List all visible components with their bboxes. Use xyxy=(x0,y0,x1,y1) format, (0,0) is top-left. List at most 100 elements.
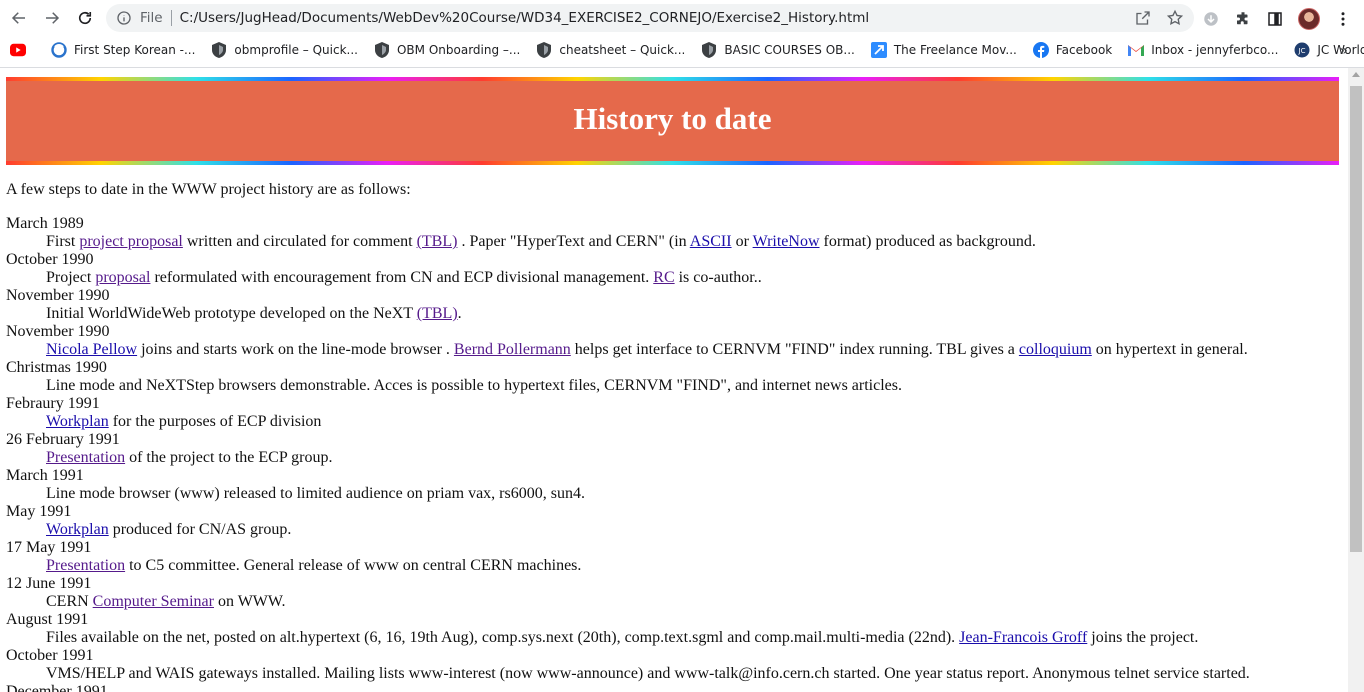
vertical-scrollbar[interactable] xyxy=(1348,68,1364,692)
reload-button[interactable] xyxy=(71,4,99,32)
history-link[interactable]: ASCII xyxy=(690,233,732,250)
coursera-icon xyxy=(51,42,67,58)
shield-icon xyxy=(211,42,227,58)
scroll-up-arrow[interactable] xyxy=(1352,72,1360,77)
arrow-right-icon xyxy=(46,12,60,24)
browser-toolbar: File C:/Users/JugHead/Documents/WebDev%2… xyxy=(0,0,1364,36)
history-date: October 1991 xyxy=(6,647,94,664)
bookmark-label: Inbox - jennyferbco... xyxy=(1151,43,1279,57)
scrollbar-thumb[interactable] xyxy=(1350,86,1362,552)
history-text: Initial WorldWideWeb prototype developed… xyxy=(46,305,417,322)
bookmark-label: OBM Onboarding –... xyxy=(396,43,521,57)
back-button[interactable] xyxy=(5,4,33,32)
address-bar[interactable]: File C:/Users/JugHead/Documents/WebDev%2… xyxy=(106,4,1194,32)
star-icon[interactable] xyxy=(1166,9,1184,27)
history-text: on hypertext in general. xyxy=(1091,341,1248,358)
history-description: Line mode browser (www) released to limi… xyxy=(46,485,1336,503)
history-date: 12 June 1991 xyxy=(6,575,92,592)
arrow-left-icon xyxy=(11,12,25,24)
history-link[interactable]: Workplan xyxy=(46,413,109,430)
avatar[interactable] xyxy=(1298,8,1320,30)
history-description: VMS/HELP and WAIS gateways installed. Ma… xyxy=(46,665,1336,683)
history-date: December 1991 xyxy=(6,683,108,692)
forward-button[interactable] xyxy=(38,4,66,32)
history-text: joins the project. xyxy=(1087,629,1199,646)
history-text: helps get interface to CERNVM "FIND" ind… xyxy=(570,341,1019,358)
bookmark-youtube[interactable] xyxy=(10,42,33,58)
history-description: Presentation of the project to the ECP g… xyxy=(46,449,1336,467)
side-panel-icon[interactable] xyxy=(1266,10,1284,28)
page-viewport: History to date A few steps to date in t… xyxy=(0,68,1348,692)
url-text[interactable]: C:/Users/JugHead/Documents/WebDev%20Cour… xyxy=(180,10,870,26)
history-link[interactable]: (TBL) xyxy=(417,305,458,322)
rainbow-rule-top xyxy=(6,77,1339,81)
history-date: Febraury 1991 xyxy=(6,395,100,412)
svg-text:JC: JC xyxy=(1298,47,1306,55)
more-bookmarks-button[interactable]: » xyxy=(1339,43,1348,59)
extensions-icon[interactable] xyxy=(1234,10,1252,28)
history-link[interactable]: proposal xyxy=(95,269,150,286)
bookmark-basic-courses[interactable]: BASIC COURSES OB... xyxy=(701,42,855,58)
history-link[interactable]: Nicola Pellow xyxy=(46,341,137,358)
history-text: is co-author.. xyxy=(674,269,762,286)
gmail-icon xyxy=(1128,42,1145,58)
history-list: March 1989 First project proposal written… xyxy=(6,215,1336,692)
history-text: Project xyxy=(46,269,96,286)
history-date: October 1990 xyxy=(6,251,94,268)
history-link[interactable]: Bernd Pollermann xyxy=(454,341,571,358)
reload-icon xyxy=(78,11,92,25)
history-link[interactable]: Presentation xyxy=(46,557,125,574)
history-text: Files available on the net, posted on al… xyxy=(46,629,960,646)
title-banner: History to date xyxy=(6,77,1339,165)
history-link[interactable]: WriteNow xyxy=(753,233,820,250)
bookmark-freelance-movement[interactable]: The Freelance Mov... xyxy=(870,42,1017,58)
bookmark-obm-onboarding[interactable]: OBM Onboarding –... xyxy=(374,42,520,58)
history-text: for the purposes of ECP division xyxy=(108,413,322,430)
history-description: Line mode and NeXTStep browsers demonstr… xyxy=(46,377,1336,395)
bookmark-label: Facebook xyxy=(1055,43,1113,57)
history-link[interactable]: colloquium xyxy=(1019,341,1092,358)
bookmark-obmprofile[interactable]: obmprofile – Quick... xyxy=(211,42,358,58)
bookmark-facebook[interactable]: Facebook xyxy=(1032,42,1113,58)
bookmark-jc-worldwide[interactable]: JC JC Worldwide xyxy=(1294,42,1364,58)
history-description: Workplan produced for CN/AS group. xyxy=(46,521,1336,539)
scheme-label: File xyxy=(140,10,163,26)
shield-icon xyxy=(536,42,552,58)
history-link[interactable]: Presentation xyxy=(46,449,125,466)
history-description: Project proposal reformulated with encou… xyxy=(46,269,1336,287)
history-text: joins and starts work on the line-mode b… xyxy=(137,341,454,358)
history-link[interactable]: Workplan xyxy=(46,521,109,538)
history-description: First project proposal written and circu… xyxy=(46,233,1336,251)
history-link[interactable]: RC xyxy=(653,269,674,286)
share-icon[interactable] xyxy=(1134,9,1152,27)
menu-icon[interactable] xyxy=(1334,10,1352,28)
history-text: reformulated with encouragement from CN … xyxy=(150,269,654,286)
history-text: produced for CN/AS group. xyxy=(108,521,292,538)
omnibox-divider xyxy=(170,10,172,26)
history-link[interactable]: (TBL) xyxy=(417,233,458,250)
jc-icon: JC xyxy=(1294,42,1310,58)
download-icon[interactable] xyxy=(1202,10,1220,28)
bookmark-gmail-inbox[interactable]: Inbox - jennyferbco... xyxy=(1128,42,1278,58)
info-icon[interactable] xyxy=(116,10,132,26)
history-description: Files available on the net, posted on al… xyxy=(46,629,1336,647)
history-date: 17 May 1991 xyxy=(6,539,92,556)
bookmark-first-step-korean[interactable]: First Step Korean -... xyxy=(51,42,195,58)
history-description: Initial WorldWideWeb prototype developed… xyxy=(46,305,1336,323)
bookmark-cheatsheet[interactable]: cheatsheet – Quick... xyxy=(536,42,685,58)
history-description: Presentation to C5 committee. General re… xyxy=(46,557,1336,575)
history-text: on WWW. xyxy=(213,593,286,610)
history-text: First xyxy=(46,233,80,250)
history-text: or xyxy=(731,233,753,250)
history-date: November 1990 xyxy=(6,287,110,304)
history-text: CERN xyxy=(46,593,93,610)
history-link[interactable]: Jean-Francois Groff xyxy=(959,629,1087,646)
history-description: Nicola Pellow joins and starts work on t… xyxy=(46,341,1336,359)
history-description: Workplan for the purposes of ECP divisio… xyxy=(46,413,1336,431)
bookmark-label: cheatsheet – Quick... xyxy=(559,43,686,57)
history-link[interactable]: Computer Seminar xyxy=(93,593,214,610)
history-date: March 1989 xyxy=(6,215,84,232)
history-link[interactable]: project proposal xyxy=(79,233,183,250)
bookmark-label: First Step Korean -... xyxy=(74,43,196,57)
shield-icon xyxy=(374,42,390,58)
